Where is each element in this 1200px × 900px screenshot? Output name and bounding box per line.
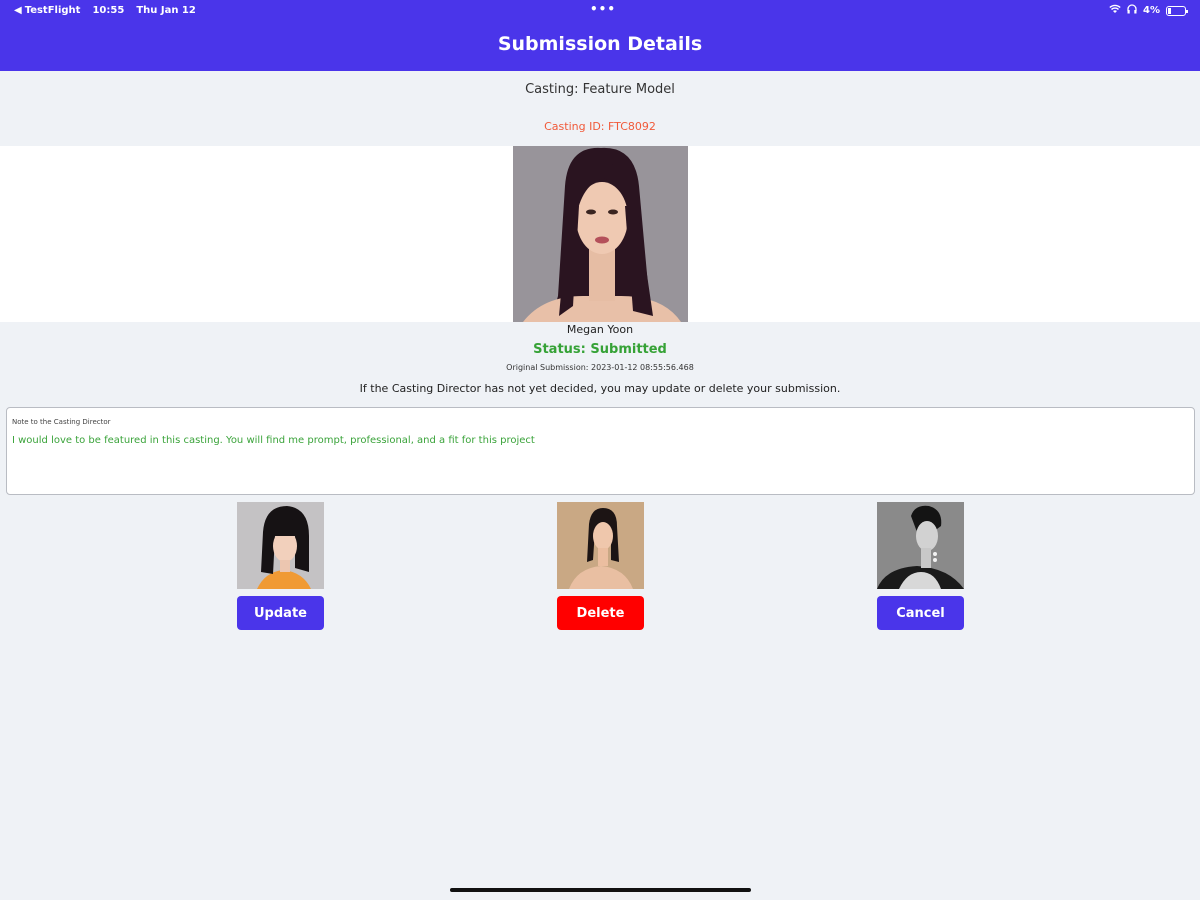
model-name: Megan Yoon xyxy=(566,323,634,336)
delete-column: Delete xyxy=(557,502,645,632)
headshot-band xyxy=(0,146,1200,322)
update-info-text: If the Casting Director has not yet deci… xyxy=(359,382,841,395)
app-header: ◀ TestFlight 10:55 Thu Jan 12 ••• 4% Sub… xyxy=(0,0,1200,71)
battery-icon xyxy=(1166,5,1188,16)
submission-status: Status: Submitted xyxy=(533,342,667,357)
wifi-icon xyxy=(1109,4,1121,17)
note-text[interactable]: I would love to be featured in this cast… xyxy=(12,435,535,446)
battery-percent: 4% xyxy=(1143,5,1160,16)
headphones-icon xyxy=(1127,4,1137,17)
casting-title: Casting: Feature Model xyxy=(525,82,675,97)
status-time: 10:55 xyxy=(92,5,125,16)
status-bar: ◀ TestFlight 10:55 Thu Jan 12 ••• 4% xyxy=(0,0,1200,22)
update-button[interactable]: Update xyxy=(237,596,324,630)
cancel-photo-thumbnail[interactable] xyxy=(877,502,964,589)
headshot-photo xyxy=(513,146,688,322)
update-photo-thumbnail[interactable] xyxy=(237,502,324,589)
note-label: Note to the Casting Director xyxy=(12,418,111,426)
original-submission-date: Original Submission: 2023-01-12 08:55:56… xyxy=(506,363,694,372)
status-date: Thu Jan 12 xyxy=(136,5,196,16)
update-column: Update xyxy=(237,502,325,632)
home-indicator[interactable] xyxy=(450,888,751,892)
back-to-app-link[interactable]: ◀ TestFlight xyxy=(14,5,80,16)
back-arrow-icon: ◀ xyxy=(14,5,22,16)
page-title: Submission Details xyxy=(497,33,703,55)
casting-id: Casting ID: FTC8092 xyxy=(544,120,656,133)
note-field[interactable]: Note to the Casting Director I would lov… xyxy=(6,407,1195,495)
cancel-column: Cancel xyxy=(877,502,965,632)
multitasking-dots[interactable]: ••• xyxy=(590,2,616,16)
delete-button[interactable]: Delete xyxy=(557,596,644,630)
back-app-label: TestFlight xyxy=(24,5,81,16)
cancel-button[interactable]: Cancel xyxy=(877,596,964,630)
delete-photo-thumbnail[interactable] xyxy=(557,502,644,589)
